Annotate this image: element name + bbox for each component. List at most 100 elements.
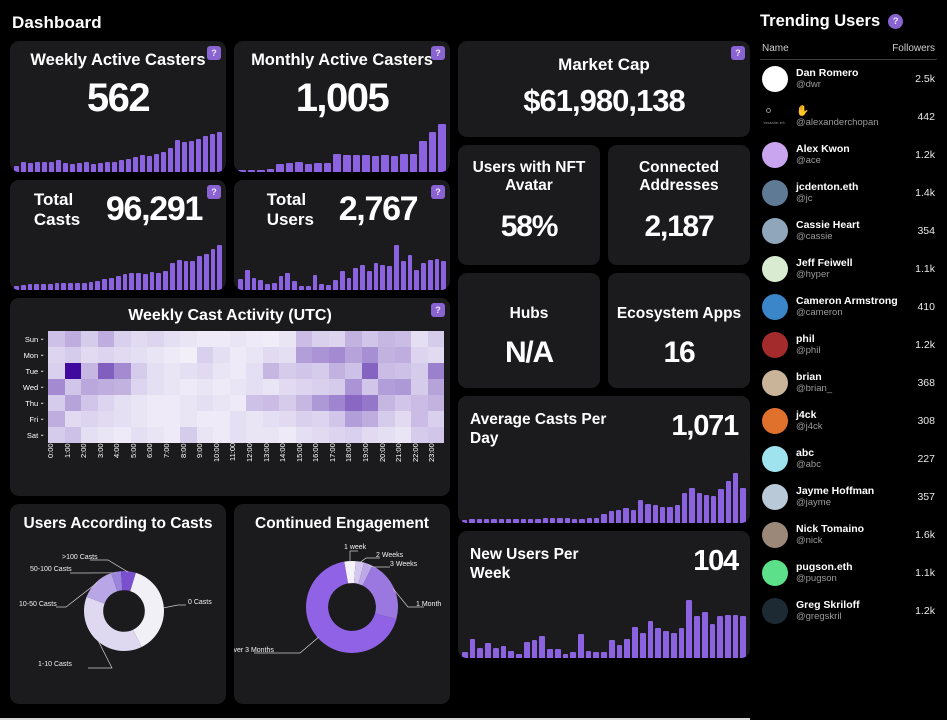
help-icon[interactable]: ? (207, 46, 221, 60)
heatmap-cell[interactable] (411, 347, 428, 363)
heatmap-cell[interactable] (295, 395, 312, 411)
heatmap-cell[interactable] (345, 379, 362, 395)
heatmap-cell[interactable] (328, 427, 345, 443)
heatmap-cell[interactable] (130, 363, 147, 379)
heatmap-cell[interactable] (279, 395, 296, 411)
heatmap-cell[interactable] (114, 427, 131, 443)
heatmap-cell[interactable] (64, 379, 81, 395)
trending-user-row[interactable]: pugson.eth @pugson 1.1k (760, 554, 937, 592)
trending-user-row[interactable]: Greg Skriloff @gregskril 1.2k (760, 592, 937, 630)
heatmap-cell[interactable] (279, 331, 296, 347)
card-total-casts[interactable]: ? Total Casts 96,291 (10, 180, 226, 290)
trending-user-row[interactable]: Cassie Heart @cassie 354 (760, 212, 937, 250)
card-continued-engagement[interactable]: Continued Engagement 1 week 2 Weeks 3 Week… (234, 504, 450, 704)
heatmap-cell[interactable] (163, 379, 180, 395)
card-total-users[interactable]: ? Total Users 2,767 (234, 180, 450, 290)
heatmap-cell[interactable] (229, 395, 246, 411)
card-users-with-nft-avatar[interactable]: Users with NFT Avatar 58% (458, 145, 600, 265)
heatmap-cell[interactable] (394, 427, 411, 443)
heatmap-cell[interactable] (81, 379, 98, 395)
heatmap-cell[interactable] (262, 331, 279, 347)
heatmap-cell[interactable] (48, 347, 65, 363)
heatmap-cell[interactable] (427, 427, 444, 443)
heatmap-cell[interactable] (394, 331, 411, 347)
heatmap-cell[interactable] (427, 331, 444, 347)
heatmap-cell[interactable] (361, 331, 378, 347)
heatmap-cell[interactable] (64, 347, 81, 363)
heatmap-cell[interactable] (312, 395, 329, 411)
heatmap-cell[interactable] (262, 347, 279, 363)
heatmap-cell[interactable] (378, 379, 395, 395)
heatmap-cell[interactable] (97, 331, 114, 347)
heatmap-cell[interactable] (394, 363, 411, 379)
heatmap-cell[interactable] (229, 379, 246, 395)
heatmap-cell[interactable] (97, 347, 114, 363)
card-users-according-to-casts[interactable]: Users According to Casts 0 Casts 1-10 Cas… (10, 504, 226, 704)
donut-slice[interactable] (84, 597, 142, 652)
heatmap-cell[interactable] (114, 363, 131, 379)
heatmap-cell[interactable] (163, 395, 180, 411)
heatmap-cell[interactable] (229, 411, 246, 427)
heatmap-cell[interactable] (48, 411, 65, 427)
heatmap-cell[interactable] (130, 347, 147, 363)
heatmap-cell[interactable] (114, 331, 131, 347)
heatmap-cell[interactable] (427, 347, 444, 363)
heatmap-cell[interactable] (180, 347, 197, 363)
heatmap-cell[interactable] (81, 331, 98, 347)
heatmap-cell[interactable] (328, 363, 345, 379)
heatmap-cell[interactable] (163, 331, 180, 347)
heatmap-cell[interactable] (427, 395, 444, 411)
heatmap-cell[interactable] (246, 395, 263, 411)
heatmap-cell[interactable] (345, 395, 362, 411)
heatmap-cell[interactable] (97, 379, 114, 395)
heatmap-cell[interactable] (246, 347, 263, 363)
heatmap-cell[interactable] (213, 379, 230, 395)
heatmap-cell[interactable] (394, 395, 411, 411)
heatmap-cell[interactable] (97, 395, 114, 411)
heatmap-cell[interactable] (213, 395, 230, 411)
heatmap-cell[interactable] (130, 427, 147, 443)
heatmap-cell[interactable] (345, 347, 362, 363)
heatmap-cell[interactable] (130, 331, 147, 347)
heatmap-cell[interactable] (279, 379, 296, 395)
heatmap-cell[interactable] (246, 411, 263, 427)
heatmap-cell[interactable] (180, 427, 197, 443)
trending-user-row[interactable]: abc @abc 227 (760, 440, 937, 478)
heatmap-cell[interactable] (196, 411, 213, 427)
heatmap-cell[interactable] (147, 379, 164, 395)
heatmap-cell[interactable] (48, 379, 65, 395)
heatmap-cell[interactable] (147, 331, 164, 347)
heatmap-cell[interactable] (328, 331, 345, 347)
heatmap-cell[interactable] (196, 379, 213, 395)
heatmap-cell[interactable] (411, 427, 428, 443)
heatmap-cell[interactable] (279, 427, 296, 443)
heatmap-cell[interactable] (378, 331, 395, 347)
heatmap-cell[interactable] (295, 379, 312, 395)
heatmap-cell[interactable] (213, 427, 230, 443)
heatmap-cell[interactable] (180, 395, 197, 411)
trending-user-row[interactable]: Alex Kwon @ace 1.2k (760, 136, 937, 174)
heatmap-cell[interactable] (411, 331, 428, 347)
heatmap-cell[interactable] (246, 331, 263, 347)
trending-user-row[interactable]: phil @phil 1.2k (760, 326, 937, 364)
heatmap-cell[interactable] (196, 395, 213, 411)
heatmap-cell[interactable] (97, 363, 114, 379)
heatmap-cell[interactable] (295, 331, 312, 347)
heatmap-cell[interactable] (213, 347, 230, 363)
heatmap-cell[interactable] (64, 331, 81, 347)
card-new-users-per-week[interactable]: New Users Per Week 104 (458, 531, 750, 658)
heatmap-cell[interactable] (97, 411, 114, 427)
heatmap-cell[interactable] (295, 411, 312, 427)
heatmap-cell[interactable] (361, 395, 378, 411)
heatmap-cell[interactable] (361, 411, 378, 427)
heatmap-cell[interactable] (411, 395, 428, 411)
heatmap-cell[interactable] (147, 411, 164, 427)
trending-user-row[interactable]: Jeff Feiwell @hyper 1.1k (760, 250, 937, 288)
heatmap-cell[interactable] (328, 347, 345, 363)
heatmap-cell[interactable] (378, 347, 395, 363)
heatmap-cell[interactable] (114, 379, 131, 395)
heatmap-cell[interactable] (246, 427, 263, 443)
heatmap-cell[interactable] (229, 347, 246, 363)
trending-user-row[interactable]: Cameron Armstrong @cameron 410 (760, 288, 937, 326)
heatmap-cell[interactable] (411, 379, 428, 395)
